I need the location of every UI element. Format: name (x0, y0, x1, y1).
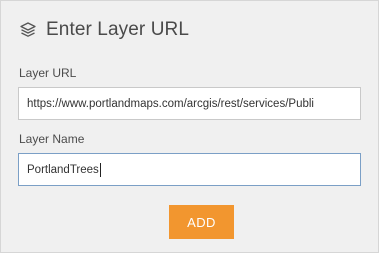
layers-icon (20, 22, 36, 37)
text-cursor (99, 162, 101, 177)
layer-name-value: PortlandTrees (27, 163, 99, 176)
layer-url-label: Layer URL (19, 66, 77, 80)
add-layer-panel: Enter Layer URL Layer URL https://www.po… (0, 0, 379, 253)
panel-header: Enter Layer URL (19, 19, 189, 41)
panel-title: Enter Layer URL (46, 19, 190, 40)
add-button[interactable]: ADD (169, 205, 234, 239)
layer-name-input[interactable]: PortlandTrees (18, 153, 361, 186)
layer-url-input[interactable]: https://www.portlandmaps.com/arcgis/rest… (18, 87, 361, 120)
layer-name-label: Layer Name (19, 132, 85, 146)
layer-url-value: https://www.portlandmaps.com/arcgis/rest… (27, 97, 314, 110)
